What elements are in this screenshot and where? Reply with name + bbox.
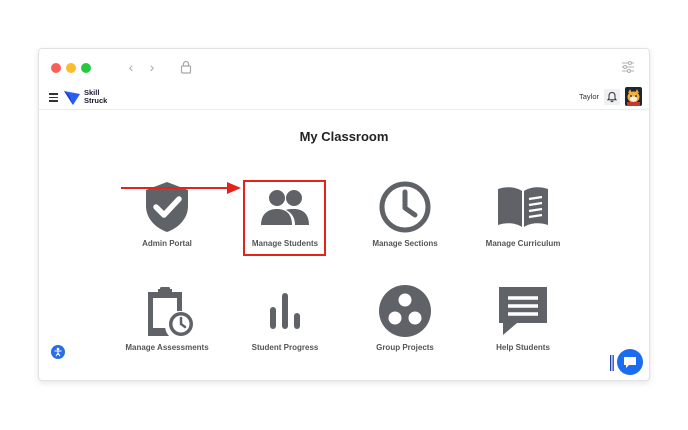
tile-help-students[interactable]: Help Students [473, 283, 573, 352]
minimize-window-button[interactable] [66, 63, 76, 73]
highlight-box [243, 180, 326, 256]
skillstruck-logo[interactable]: Skill Struck [64, 88, 114, 108]
clock-icon [379, 181, 431, 233]
forward-arrow-icon[interactable]: › [145, 59, 159, 75]
user-name[interactable]: Taylor [579, 92, 599, 101]
browser-chrome: ‹ › [39, 49, 649, 86]
accessibility-icon [54, 347, 62, 357]
app-header: Skill Struck Taylor [39, 86, 649, 110]
logo-text-line2: Struck [84, 96, 108, 105]
tile-label: Manage Curriculum [485, 239, 561, 248]
chat-support-button[interactable] [617, 349, 643, 375]
group-circles-icon [379, 285, 431, 337]
sliders-icon[interactable] [621, 60, 635, 74]
open-book-icon [498, 187, 548, 227]
lock-icon [180, 60, 192, 74]
chat-icon [624, 357, 636, 368]
back-arrow-icon[interactable]: ‹ [124, 59, 138, 75]
tile-label: Manage Sections [372, 239, 438, 248]
notification-bell-icon[interactable] [604, 89, 620, 105]
page-title: My Classroom [299, 129, 389, 144]
hamburger-menu-icon[interactable] [49, 93, 58, 102]
tile-label: Student Progress [251, 343, 319, 352]
tile-manage-sections[interactable]: Manage Sections [355, 179, 455, 248]
tile-label: Help Students [496, 343, 550, 352]
tile-label: Admin Portal [142, 239, 192, 248]
logo-mark-icon [64, 91, 80, 105]
tile-label: Manage Assessments [125, 343, 209, 352]
close-window-button[interactable] [51, 63, 61, 73]
clipboard-clock-icon [148, 287, 193, 336]
tile-group-projects[interactable]: Group Projects [355, 283, 455, 352]
drag-handle-icon[interactable] [610, 355, 614, 371]
tile-manage-assessments[interactable]: Manage Assessments [117, 283, 217, 352]
bar-chart-icon [270, 293, 300, 329]
tile-label: Group Projects [376, 343, 434, 352]
pointer-arrow [121, 182, 241, 194]
accessibility-button[interactable] [51, 345, 65, 359]
chat-bubble-icon [499, 287, 547, 335]
browser-window: ‹ › Skill Struck Taylor My Classroom Adm… [38, 48, 650, 381]
maximize-window-button[interactable] [81, 63, 91, 73]
tile-student-progress[interactable]: Student Progress [235, 283, 335, 352]
avatar[interactable] [625, 87, 642, 106]
tile-manage-curriculum[interactable]: Manage Curriculum [473, 179, 573, 248]
